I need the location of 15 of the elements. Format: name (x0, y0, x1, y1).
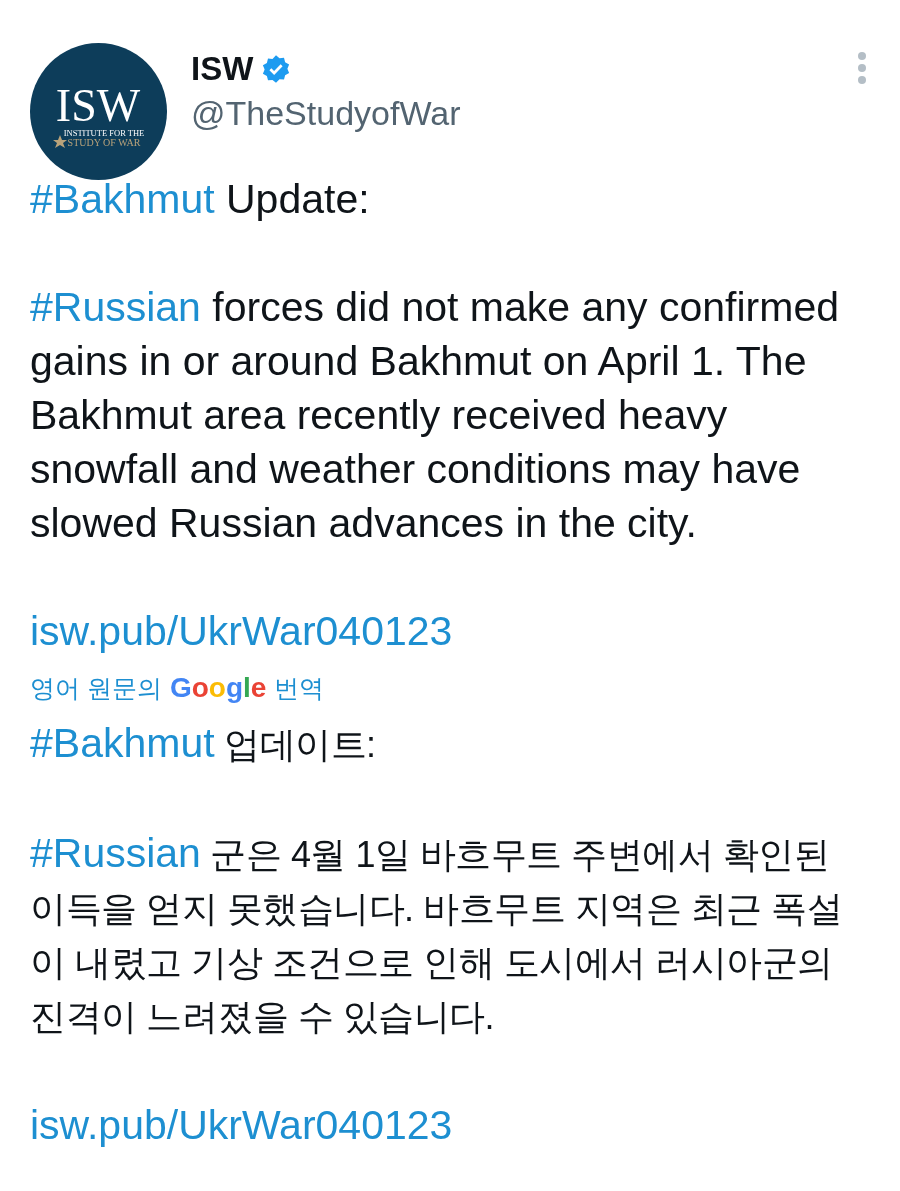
google-logo: Google (169, 671, 267, 705)
tweet-text: #Russian forces did not make any confirmed gains in or around Bakhmut on April 1. The Bakhmut area recently received heavy snowfall and weather conditions may have slowed Russian advances in the city. (30, 283, 841, 548)
tweet-text: #Russian 군은 4월 1일 바흐무트 주변에서 확인된 이득을 얻지 못했습니다. 바흐무트 지역은 최근 폭설이 내렸고 기상 조건으로 인해 도시에서 러시아군의 진격이 느려졌을 수 있습니다. (30, 829, 843, 1039)
translation-label: 영어 원문의 (30, 673, 162, 704)
hashtag-link[interactable]: #Russian (30, 284, 201, 330)
url-link[interactable]: isw.pub/UkrWar040123 (30, 608, 453, 654)
avatar-logo[interactable]: ISW INSTITUTE FOR THE STUDY OF WAR (30, 43, 167, 180)
hashtag-link[interactable]: #Russian (30, 830, 201, 876)
author-handle[interactable]: @TheStudyofWar (191, 95, 856, 133)
url-link[interactable]: isw.pub/UkrWar040123 (30, 1102, 453, 1148)
tweet-text: #Bakhmut 업데이트: (30, 719, 377, 768)
translation-label: 번역 (274, 673, 325, 704)
hashtag-link[interactable]: #Bakhmut (30, 720, 215, 766)
author-name[interactable]: ISW (191, 51, 254, 88)
more-options-icon[interactable] (856, 51, 868, 85)
